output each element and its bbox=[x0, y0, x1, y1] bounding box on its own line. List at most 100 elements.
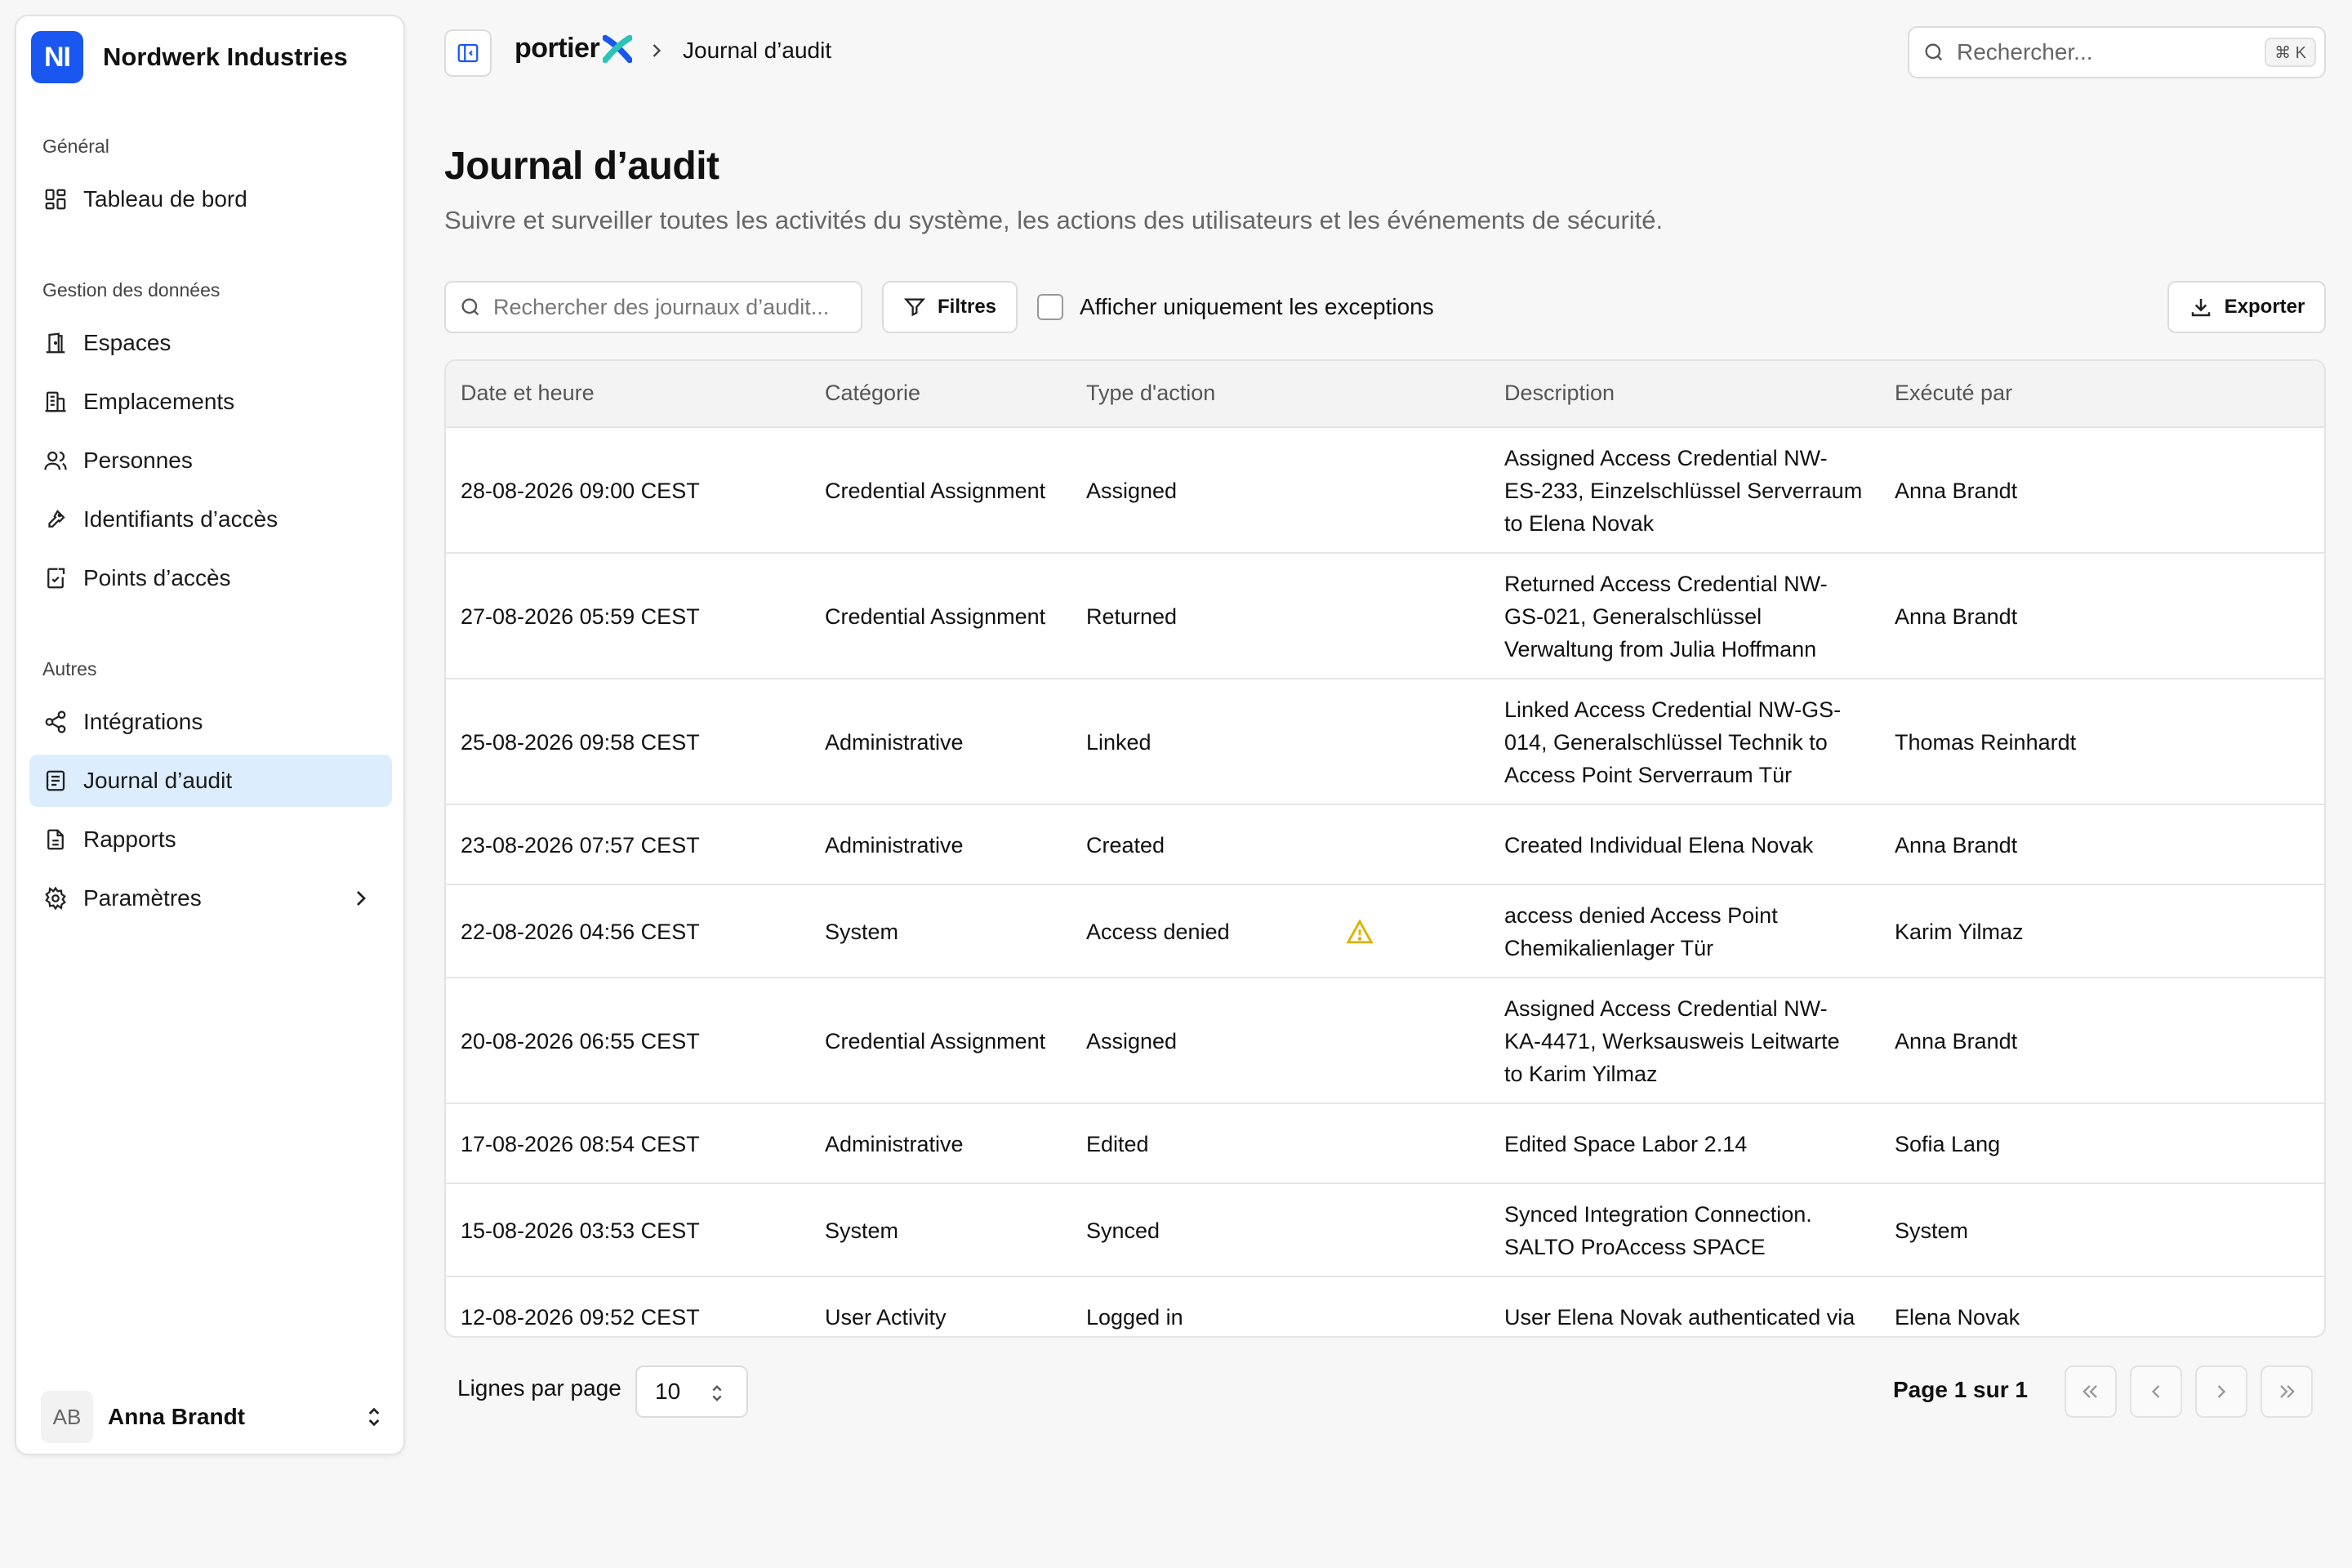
filters-button[interactable]: Filtres bbox=[882, 281, 1018, 333]
description-line: User Elena Novak authenticated via bbox=[1504, 1305, 1855, 1330]
cell-action-type: Linked bbox=[1086, 730, 1152, 755]
chevron-right-icon bbox=[2217, 1385, 2226, 1398]
cell-datetime: 22-08-2026 04:56 CEST bbox=[461, 920, 700, 944]
cell-description: Created Individual Elena Novak bbox=[1504, 829, 1880, 862]
dashboard-icon bbox=[42, 186, 69, 212]
user-name: Anna Brandt bbox=[108, 1404, 245, 1429]
audit-search-input[interactable] bbox=[493, 294, 853, 320]
column-header-description[interactable]: Description bbox=[1504, 381, 1615, 406]
cell-action-type: Assigned bbox=[1086, 479, 1178, 503]
description-line: Assigned Access Credential NW- bbox=[1504, 446, 1828, 470]
cell-category: Credential Assignment bbox=[825, 604, 1046, 629]
page-subtitle: Suivre et surveiller toutes les activité… bbox=[444, 206, 1664, 234]
sidebar-toggle-button[interactable] bbox=[444, 29, 492, 77]
cell-executed-by: System bbox=[1895, 1218, 1969, 1243]
table-row[interactable]: 27-08-2026 05:59 CEST Credential Assignme… bbox=[446, 554, 2324, 679]
cell-datetime: 17-08-2026 08:54 CEST bbox=[461, 1132, 700, 1156]
previous-page-button[interactable] bbox=[2130, 1365, 2182, 1418]
table-row[interactable]: 25-08-2026 09:58 CEST Administrative Linke… bbox=[446, 679, 2324, 805]
table-row[interactable]: 23-08-2026 07:57 CEST Administrative Creat… bbox=[446, 805, 2324, 885]
breadcrumb-current: Journal d’audit bbox=[683, 38, 832, 63]
description-line: Assigned Access Credential NW- bbox=[1504, 996, 1828, 1021]
description-line: SALTO ProAccess SPACE bbox=[1504, 1235, 1766, 1259]
exceptions-checkbox[interactable] bbox=[1037, 294, 1063, 320]
cell-datetime: 28-08-2026 09:00 CEST bbox=[461, 479, 700, 503]
column-header-category[interactable]: Catégorie bbox=[825, 381, 920, 406]
last-page-button[interactable] bbox=[2261, 1365, 2313, 1418]
description-line: KA-4471, Werksausweis Leitwarte bbox=[1504, 1029, 1840, 1054]
shortcut-badge: ⌘ K bbox=[2265, 38, 2316, 67]
export-button[interactable]: Exporter bbox=[2167, 281, 2326, 333]
key-icon bbox=[42, 506, 69, 532]
nav-group-general: Général bbox=[42, 136, 109, 157]
sidebar-item-integrations[interactable]: Intégrations bbox=[29, 696, 392, 748]
product-logo[interactable]: portier bbox=[514, 33, 633, 65]
global-search[interactable]: Rechercher... ⌘ K bbox=[1908, 26, 2326, 78]
cell-category: Administrative bbox=[825, 730, 964, 755]
column-header-datetime[interactable]: Date et heure bbox=[461, 381, 595, 406]
product-mark-icon bbox=[603, 34, 633, 63]
sidebar-item-spaces[interactable]: Espaces bbox=[29, 317, 392, 369]
description-line: Verwaltung from Julia Hoffmann bbox=[1504, 637, 1817, 662]
access-point-icon bbox=[42, 565, 69, 591]
table-row[interactable]: 28-08-2026 09:00 CEST Credential Assignme… bbox=[446, 428, 2324, 554]
description-line: to Elena Novak bbox=[1504, 511, 1655, 536]
share-icon bbox=[42, 709, 69, 735]
chevrons-right-icon bbox=[2280, 1385, 2295, 1398]
audit-search[interactable] bbox=[444, 281, 862, 333]
cell-description: Synced Integration Connection. SALTO ProA… bbox=[1504, 1198, 1880, 1263]
page-title: Journal d’audit bbox=[444, 145, 719, 188]
description-line: access denied Access Point bbox=[1504, 903, 1778, 928]
sidebar: NI Nordwerk Industries Général Tableau d… bbox=[15, 15, 405, 1455]
sidebar-item-dashboard[interactable]: Tableau de bord bbox=[29, 173, 392, 225]
chevron-up-down-icon bbox=[361, 1404, 387, 1430]
rows-per-page-select[interactable]: 10 bbox=[635, 1365, 748, 1418]
column-header-executed-by[interactable]: Exécuté par bbox=[1895, 381, 2012, 406]
cell-executed-by: Thomas Reinhardt bbox=[1895, 730, 2077, 755]
cell-description: Assigned Access Credential NW- ES-233, Ei… bbox=[1504, 442, 1880, 540]
cell-datetime: 25-08-2026 09:58 CEST bbox=[461, 730, 700, 755]
user-menu[interactable]: AB Anna Brandt bbox=[41, 1390, 392, 1444]
table-header: Date et heure Catégorie Type d'action De… bbox=[446, 361, 2324, 428]
sidebar-item-settings[interactable]: Paramètres bbox=[29, 872, 392, 924]
table-row[interactable]: 12-08-2026 09:52 CEST User Activity Logged… bbox=[446, 1277, 2324, 1336]
cell-action-type: Assigned bbox=[1086, 1029, 1178, 1054]
sidebar-item-people[interactable]: Personnes bbox=[29, 434, 392, 487]
cell-description: Assigned Access Credential NW- KA-4471, W… bbox=[1504, 992, 1880, 1090]
avatar: AB bbox=[41, 1391, 93, 1443]
org-switcher[interactable]: NI Nordwerk Industries bbox=[31, 31, 348, 83]
cell-datetime: 23-08-2026 07:57 CEST bbox=[461, 833, 700, 858]
sidebar-item-audit-log[interactable]: Journal d’audit bbox=[29, 755, 392, 807]
gear-icon bbox=[42, 885, 69, 911]
cell-category: Credential Assignment bbox=[825, 1029, 1046, 1054]
sidebar-item-label: Intégrations bbox=[83, 709, 203, 734]
org-logo: NI bbox=[31, 31, 83, 83]
sidebar-item-reports[interactable]: Rapports bbox=[29, 813, 392, 866]
exceptions-toggle[interactable]: Afficher uniquement les exceptions bbox=[1037, 291, 1434, 323]
sidebar-item-credentials[interactable]: Identifiants d’accès bbox=[29, 493, 392, 546]
table-row[interactable]: 17-08-2026 08:54 CEST Administrative Edite… bbox=[446, 1104, 2324, 1184]
sidebar-item-locations[interactable]: Emplacements bbox=[29, 376, 392, 428]
sidebar-item-access-points[interactable]: Points d’accès bbox=[29, 552, 392, 604]
table-row[interactable]: 22-08-2026 04:56 CEST System Access denied… bbox=[446, 885, 2324, 978]
description-line: Edited Space Labor 2.14 bbox=[1504, 1132, 1748, 1156]
cell-category: Administrative bbox=[825, 1132, 964, 1156]
chevron-up-down-icon bbox=[706, 1380, 728, 1406]
search-icon bbox=[1925, 43, 1943, 61]
breadcrumb-separator-icon bbox=[645, 39, 668, 62]
audit-log-icon bbox=[42, 768, 69, 794]
exceptions-label: Afficher uniquement les exceptions bbox=[1080, 294, 1434, 319]
cell-description: Returned Access Credential NW- GS-021, Ge… bbox=[1504, 568, 1880, 666]
cell-action-type: Edited bbox=[1086, 1132, 1149, 1156]
sidebar-item-label: Identifiants d’accès bbox=[83, 506, 278, 532]
cell-action-type: Logged in bbox=[1086, 1305, 1183, 1330]
table-row[interactable]: 20-08-2026 06:55 CEST Credential Assignme… bbox=[446, 978, 2324, 1104]
page-info: Page 1 sur 1 bbox=[1893, 1377, 2028, 1402]
table-row[interactable]: 15-08-2026 03:53 CEST System Synced Synced … bbox=[446, 1184, 2324, 1277]
next-page-button[interactable] bbox=[2195, 1365, 2247, 1418]
first-page-button[interactable] bbox=[2065, 1365, 2117, 1418]
column-header-action-type[interactable]: Type d'action bbox=[1086, 381, 1215, 406]
cell-description: Linked Access Credential NW-GS- 014, Gene… bbox=[1504, 693, 1880, 791]
cell-action-type: Synced bbox=[1086, 1218, 1160, 1243]
report-icon bbox=[42, 826, 69, 853]
